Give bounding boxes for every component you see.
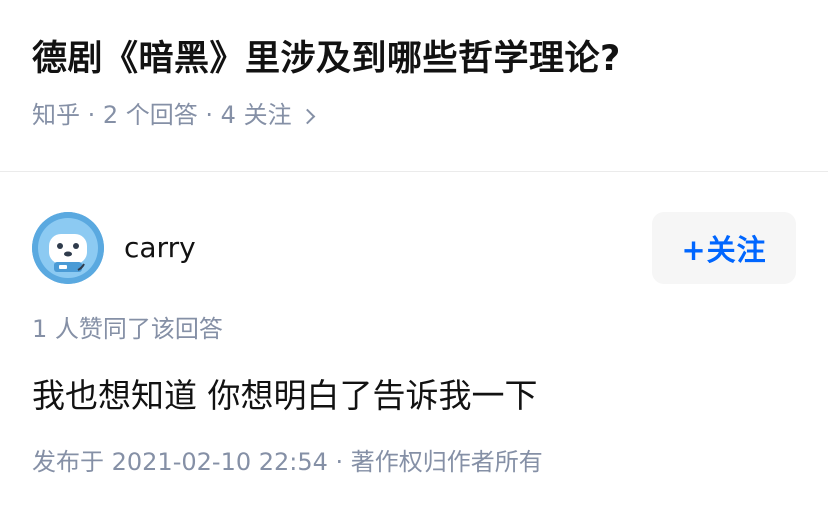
avatar-image	[32, 212, 104, 284]
question-title[interactable]: 德剧《暗黑》里涉及到哪些哲学理论?	[32, 36, 621, 82]
answer-content[interactable]: 我也想知道 你想明白了告诉我一下	[32, 374, 538, 418]
answer-author-bar: carry +关注	[0, 172, 828, 302]
question-header: 德剧《暗黑》里涉及到哪些哲学理论? 知乎 · 2 个回答 · 4 关注	[0, 0, 828, 171]
question-meta-text: 知乎 · 2 个回答 · 4 关注	[32, 101, 292, 129]
chevron-right-icon	[299, 108, 315, 124]
answer-footer: 发布于 2021-02-10 22:54 · 著作权归作者所有	[32, 448, 543, 476]
avatar[interactable]	[32, 212, 104, 284]
author-name[interactable]: carry	[124, 230, 196, 266]
vote-count: 1 人赞同了该回答	[32, 315, 223, 343]
follow-button[interactable]: +关注	[652, 212, 796, 284]
question-meta[interactable]: 知乎 · 2 个回答 · 4 关注	[32, 98, 315, 132]
